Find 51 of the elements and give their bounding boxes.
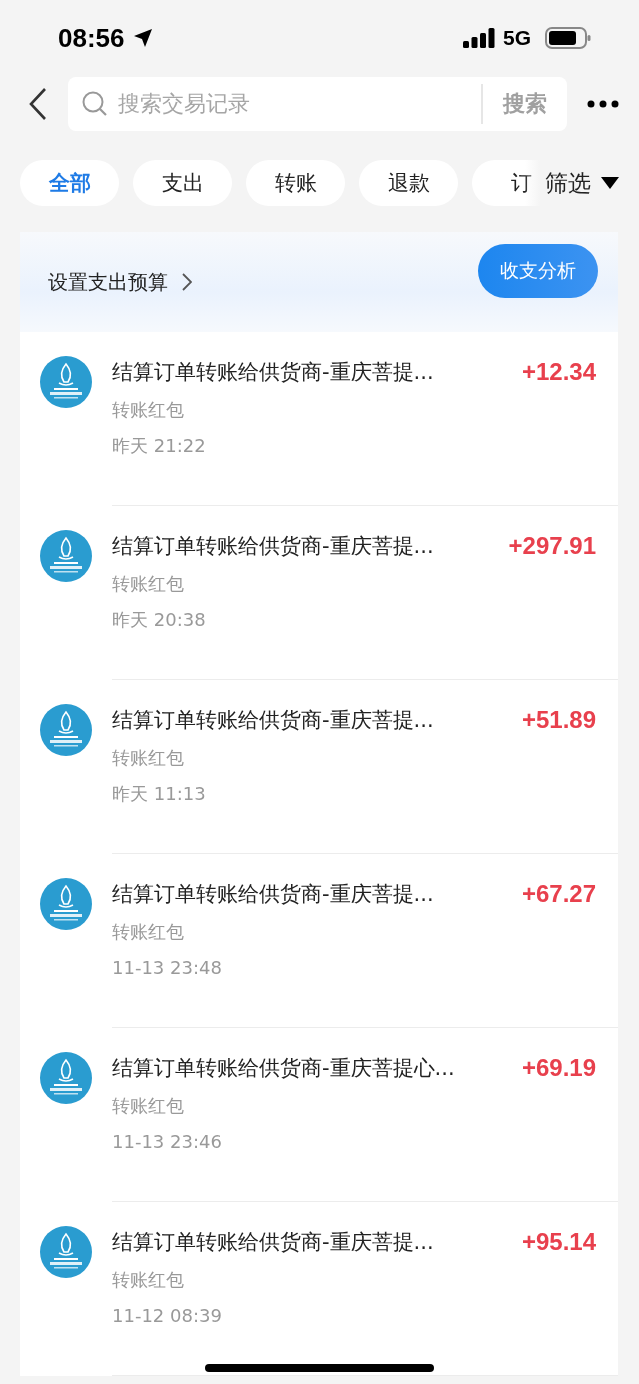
company-logo-icon: [40, 356, 92, 408]
company-logo-icon: [40, 878, 92, 930]
transaction-amount: +67.27: [521, 879, 596, 909]
company-logo-icon: [40, 704, 92, 756]
transaction-title: 结算订单转账给供货商-重庆菩提...: [112, 533, 435, 560]
network-label: 5G: [503, 26, 531, 50]
transaction-time: 11-13 23:48: [112, 956, 223, 980]
transaction-title: 结算订单转账给供货商-重庆菩提...: [112, 1229, 435, 1256]
search-icon: [82, 91, 108, 117]
transaction-time: 昨天 11:13: [112, 782, 207, 806]
transaction-category: 转账红包: [112, 1268, 185, 1292]
more-icon[interactable]: [587, 100, 619, 108]
company-logo-icon: [40, 1226, 92, 1278]
dropdown-icon: [601, 177, 619, 189]
transaction-row[interactable]: 结算订单转账给供货商-重庆菩提... 转账红包 昨天 20:38 +297.91: [20, 506, 618, 680]
signal-icon: [463, 28, 495, 48]
transaction-amount: +69.19: [521, 1053, 596, 1083]
transaction-row[interactable]: 结算订单转账给供货商-重庆菩提... 转账红包 11-13 23:48 +67.27: [20, 854, 618, 1028]
transaction-category: 转账红包: [112, 572, 185, 596]
transaction-time: 昨天 21:22: [112, 434, 207, 458]
company-logo-icon: [40, 530, 92, 582]
transaction-amount: +51.89: [521, 705, 596, 735]
status-time: 08:56: [58, 22, 125, 54]
transaction-row[interactable]: 结算订单转账给供货商-重庆菩提... 转账红包 昨天 11:13 +51.89: [20, 680, 618, 854]
location-arrow-icon: [132, 28, 153, 48]
filter-chip[interactable]: 支出: [133, 160, 232, 206]
company-logo-icon: [40, 1052, 92, 1104]
chevron-right-icon: [182, 273, 192, 291]
transaction-category: 转账红包: [112, 398, 185, 422]
transaction-time: 11-12 08:39: [112, 1304, 223, 1328]
transaction-amount: +95.14: [521, 1227, 596, 1257]
transaction-title: 结算订单转账给供货商-重庆菩提心...: [112, 1055, 456, 1082]
transaction-row[interactable]: 结算订单转账给供货商-重庆菩提... 转账红包 11-12 08:39 +95.14: [20, 1202, 618, 1376]
set-budget-link[interactable]: 设置支出预算: [48, 268, 192, 296]
transaction-time: 昨天 20:38: [112, 608, 207, 632]
transaction-row[interactable]: 结算订单转账给供货商-重庆菩提... 转账红包 昨天 21:22 +12.34: [20, 332, 618, 506]
transaction-category: 转账红包: [112, 746, 185, 770]
transaction-title: 结算订单转账给供货商-重庆菩提...: [112, 707, 435, 734]
transaction-category: 转账红包: [112, 920, 185, 944]
battery-icon: [545, 27, 591, 49]
filter-chip[interactable]: 退款: [359, 160, 458, 206]
transaction-amount: +12.34: [521, 357, 596, 387]
transaction-title: 结算订单转账给供货商-重庆菩提...: [112, 881, 435, 908]
filter-chip[interactable]: 全部: [20, 160, 119, 206]
back-icon[interactable]: [28, 87, 48, 121]
transaction-amount: +297.91: [508, 531, 596, 561]
transaction-row[interactable]: 结算订单转账给供货商-重庆菩提心... 转账红包 11-13 23:46 +69.19: [20, 1028, 618, 1202]
transaction-category: 转账红包: [112, 1094, 185, 1118]
transaction-title: 结算订单转账给供货商-重庆菩提...: [112, 359, 435, 386]
filter-chip[interactable]: 转账: [246, 160, 345, 206]
transaction-time: 11-13 23:46: [112, 1130, 223, 1154]
